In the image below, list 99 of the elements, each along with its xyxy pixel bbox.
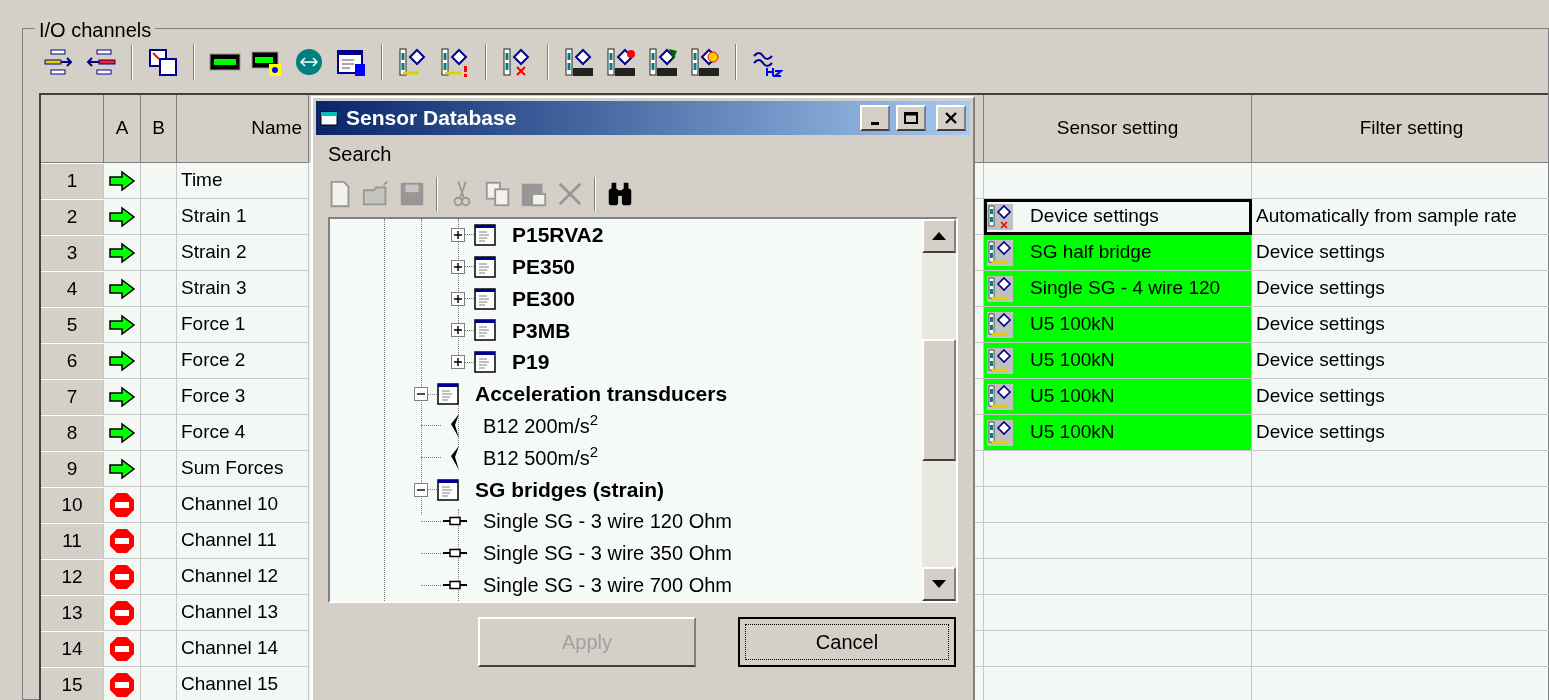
table-cell: Device settings (1252, 415, 1549, 451)
table-cell: Device settings (1252, 307, 1549, 343)
table-cell: Channel 11 (177, 523, 309, 559)
table-cell: Device settings (1252, 343, 1549, 379)
column-header[interactable]: Name (177, 95, 309, 163)
resistor-icon (443, 580, 467, 590)
collapse-icon[interactable] (414, 387, 428, 402)
table-cell: Force 2 (177, 343, 309, 379)
table-cell: Channel 13 (177, 595, 309, 631)
zero-icon (293, 46, 325, 78)
table-cell: Sum Forces (177, 451, 309, 487)
row-number: 7 (41, 379, 104, 415)
close-button[interactable] (936, 105, 966, 131)
row-number: 11 (41, 523, 104, 559)
row-number: 10 (41, 487, 104, 523)
sensor-icon (986, 382, 1014, 411)
table-cell: Channel 15 (177, 667, 309, 700)
tree-item[interactable]: Single SG - 3 wire 350 Ohm (483, 538, 732, 569)
sensor-icon (986, 418, 1014, 447)
sensor-cell[interactable]: Single SG - 4 wire 120 (984, 271, 1252, 307)
tree-item[interactable]: P19 (512, 346, 550, 378)
sensor-icon (986, 238, 1014, 267)
row-number: 12 (41, 559, 104, 595)
expand-icon[interactable] (451, 355, 465, 370)
row-number: 5 (41, 307, 104, 343)
tree-item[interactable]: B12 200m/s$^{2}$ (483, 410, 599, 441)
expand-icon[interactable] (451, 291, 465, 306)
insert-rows-icon (43, 46, 75, 78)
row-number: 14 (41, 631, 104, 667)
row-number: 15 (41, 667, 104, 700)
sensor-cell[interactable]: Device settings (984, 199, 1252, 235)
column-header[interactable]: Filter setting (1252, 95, 1549, 163)
maximize-button[interactable] (896, 105, 926, 131)
table-cell: Device settings (1252, 379, 1549, 415)
sensor-tag-icon (689, 46, 721, 78)
row-number: 2 (41, 199, 104, 235)
tree-item[interactable]: SG bridges (strain) (475, 473, 665, 506)
row-number: 1 (41, 163, 104, 199)
menu-item[interactable]: Search (316, 139, 404, 169)
sensor-icon (986, 202, 1014, 231)
table-cell: Channel 10 (177, 487, 309, 523)
table-cell: Channel 12 (177, 559, 309, 595)
windows-icon (147, 46, 179, 78)
tree-item[interactable]: B12 500m/s$^{2}$ (483, 442, 599, 473)
row-number: 9 (41, 451, 104, 487)
scrollbar[interactable] (922, 219, 956, 601)
row-number: 3 (41, 235, 104, 271)
sensor-icon (986, 310, 1014, 339)
table-cell: Device settings (1252, 271, 1549, 307)
dialog-button[interactable]: Cancel (738, 617, 956, 667)
minimize-icon (871, 121, 879, 125)
sensor-cell[interactable]: U5 100kN (984, 379, 1252, 415)
row-number: 4 (41, 271, 104, 307)
row-number: 13 (41, 595, 104, 631)
resistor-icon (443, 516, 467, 527)
resistor-icon (443, 548, 467, 559)
tree-item[interactable]: Single SG - 3 wire 700 Ohm (483, 570, 732, 600)
row-number: 6 (41, 343, 104, 379)
sensor-tag-icon (605, 46, 637, 78)
sensor-cell[interactable]: U5 100kN (984, 343, 1252, 379)
table-cell: Channel 14 (177, 631, 309, 667)
down-arrow-icon (932, 580, 946, 588)
tree-item[interactable]: Acceleration transducers (475, 378, 728, 410)
column-header[interactable]: A (104, 95, 141, 163)
tree-item[interactable]: P3MB (512, 314, 571, 347)
maximize-icon (903, 111, 919, 125)
collapse-icon[interactable] (414, 482, 428, 497)
expand-icon[interactable] (451, 323, 465, 338)
table-cell: Strain 1 (177, 199, 309, 235)
minimize-button[interactable] (860, 105, 890, 131)
table-cell: Force 1 (177, 307, 309, 343)
sensor-tag-icon (647, 46, 679, 78)
window-icon (320, 109, 340, 127)
tree-item[interactable]: PE350 (512, 251, 576, 283)
tree-item[interactable]: P15RVA2 (512, 219, 604, 251)
table-cell: Automatically from sample rate (1252, 199, 1549, 235)
table-cell: Strain 2 (177, 235, 309, 271)
up-arrow-icon (932, 232, 946, 240)
sensor-cell[interactable]: U5 100kN (984, 307, 1252, 343)
expand-icon[interactable] (451, 259, 465, 274)
remove-rows-icon (85, 46, 117, 78)
row-number: 8 (41, 415, 104, 451)
sensor-tag-icon (563, 46, 595, 78)
column-header[interactable]: B (141, 95, 177, 163)
expand-icon[interactable] (451, 227, 465, 242)
table-cell: Time (177, 163, 309, 199)
tree-item[interactable]: Single SG - 3 wire 120 Ohm (483, 506, 732, 537)
window-title: Sensor Database (346, 105, 517, 132)
close-icon (943, 111, 959, 125)
sensor-cell[interactable]: U5 100kN (984, 415, 1252, 451)
sensor-icon (986, 346, 1014, 375)
table-cell: Force 3 (177, 379, 309, 415)
table-cell: Force 4 (177, 415, 309, 451)
table-cell: Device settings (1252, 235, 1549, 271)
sensor-icon (986, 274, 1014, 303)
table-cell: Strain 3 (177, 271, 309, 307)
column-header[interactable]: Sensor setting (984, 95, 1252, 163)
sensor-cell[interactable]: SG half bridge (984, 235, 1252, 271)
tree-item[interactable]: PE300 (512, 282, 576, 315)
